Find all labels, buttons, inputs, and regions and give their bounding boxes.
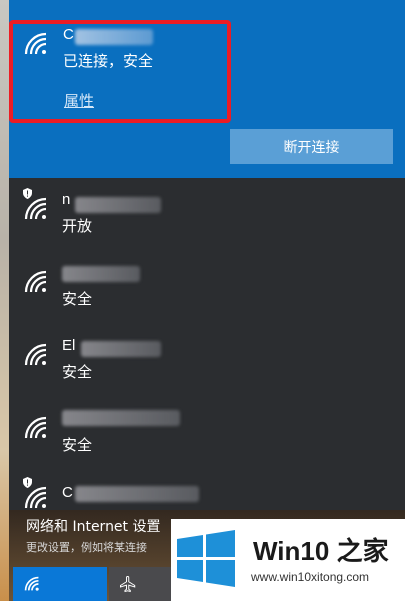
airplane-icon — [120, 576, 136, 593]
wifi-icon — [22, 341, 50, 369]
wifi-icon — [22, 484, 50, 512]
wifi-icon — [24, 576, 39, 591]
redacted-name — [62, 410, 180, 426]
windows-logo-icon — [177, 530, 235, 587]
network-name: C — [62, 484, 73, 501]
network-list-item[interactable]: 安全 — [9, 258, 405, 330]
network-list-item[interactable]: El 安全 — [9, 331, 405, 403]
network-settings-link[interactable]: 网络和 Internet 设置 — [26, 516, 161, 536]
wifi-quick-action[interactable] — [13, 567, 107, 601]
shield-icon — [23, 477, 32, 488]
wifi-icon — [22, 414, 50, 442]
network-status: 开放 — [62, 217, 93, 235]
watermark: Win10 之家 www.win10xitong.com — [171, 519, 405, 601]
network-name: n — [62, 191, 71, 208]
network-settings-subtitle: 更改设置，例如将某连接 — [26, 541, 147, 554]
watermark-brand-suffix: 之家 — [336, 536, 389, 566]
redacted-name — [75, 486, 199, 502]
shield-icon — [23, 188, 32, 199]
connected-network-panel[interactable]: C 已连接，安全 属性 断开连接 — [9, 0, 405, 178]
wifi-icon — [22, 195, 50, 223]
redacted-name — [81, 341, 161, 357]
network-name: El — [62, 337, 76, 354]
redacted-name — [62, 266, 140, 282]
network-flyout: C 已连接，安全 属性 断开连接 n 开放 安全 El 安全 安全 C 网络和 … — [9, 0, 405, 601]
highlight-box — [9, 20, 231, 123]
airplane-mode-quick-action[interactable] — [109, 567, 179, 601]
network-status: 安全 — [62, 290, 93, 308]
disconnect-button[interactable]: 断开连接 — [230, 129, 393, 164]
redacted-name — [75, 197, 161, 213]
network-list-item[interactable]: C — [9, 474, 405, 510]
network-list-item[interactable]: 安全 — [9, 404, 405, 476]
desktop-background — [0, 0, 9, 601]
watermark-brand: Win10 — [253, 536, 330, 566]
network-list-item[interactable]: n 开放 — [9, 185, 405, 257]
watermark-title: Win10 之家 — [253, 531, 389, 568]
wifi-icon — [22, 268, 50, 296]
network-status: 安全 — [62, 436, 93, 454]
watermark-url: www.win10xitong.com — [251, 570, 370, 584]
network-status: 安全 — [62, 363, 93, 381]
